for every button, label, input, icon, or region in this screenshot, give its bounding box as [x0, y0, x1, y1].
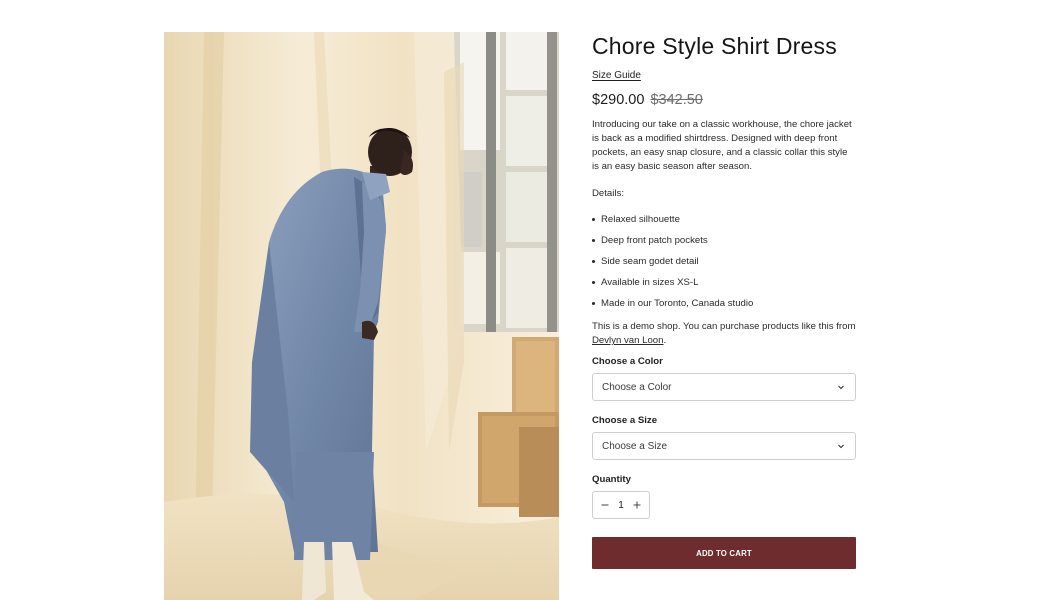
demo-shop-link[interactable]: Devlyn van Loon — [592, 335, 663, 346]
quantity-input[interactable]: 1 — [618, 500, 624, 511]
color-label: Choose a Color — [592, 356, 663, 367]
list-item: Deep front patch pockets — [592, 234, 856, 247]
list-item: Made in our Toronto, Canada studio — [592, 297, 856, 310]
chevron-down-icon — [838, 444, 844, 449]
quantity-decrease-button[interactable] — [598, 498, 612, 512]
list-item: Available in sizes XS-L — [592, 276, 856, 289]
size-select-value: Choose a Size — [602, 440, 668, 452]
product-photo-illustration — [164, 32, 559, 600]
product-description: Introducing our take on a classic workho… — [592, 119, 852, 172]
demo-period: . — [663, 335, 667, 346]
quantity-stepper: 1 — [592, 491, 650, 519]
list-item: Side seam godet detail — [592, 255, 856, 268]
plus-icon — [633, 501, 641, 509]
compare-at-price: $342.50 — [650, 92, 703, 108]
add-to-cart-button[interactable]: ADD TO CART — [592, 537, 856, 569]
color-select-value: Choose a Color — [602, 381, 672, 393]
demo-notice: This is a demo shop. You can purchase pr… — [592, 320, 856, 348]
product-title: Chore Style Shirt Dress — [592, 33, 837, 59]
product-price: $290.00 $342.50 — [592, 91, 856, 109]
size-guide-link[interactable]: Size Guide — [592, 70, 641, 81]
product-info: Chore Style Shirt Dress Size Guide $290.… — [592, 32, 856, 569]
demo-text: This is a demo shop. You can purchase pr… — [592, 321, 856, 332]
color-select[interactable]: Choose a Color — [592, 373, 856, 401]
minus-icon — [601, 504, 609, 506]
sale-price: $290.00 — [592, 92, 645, 108]
details-heading: Details: — [592, 188, 624, 199]
product-image — [164, 32, 559, 600]
quantity-label: Quantity — [592, 474, 631, 485]
size-select[interactable]: Choose a Size — [592, 432, 856, 460]
chevron-down-icon — [838, 385, 844, 390]
details-list: Relaxed silhouette Deep front patch pock… — [592, 213, 856, 310]
list-item: Relaxed silhouette — [592, 213, 856, 226]
quantity-increase-button[interactable] — [630, 498, 644, 512]
size-label: Choose a Size — [592, 415, 658, 426]
